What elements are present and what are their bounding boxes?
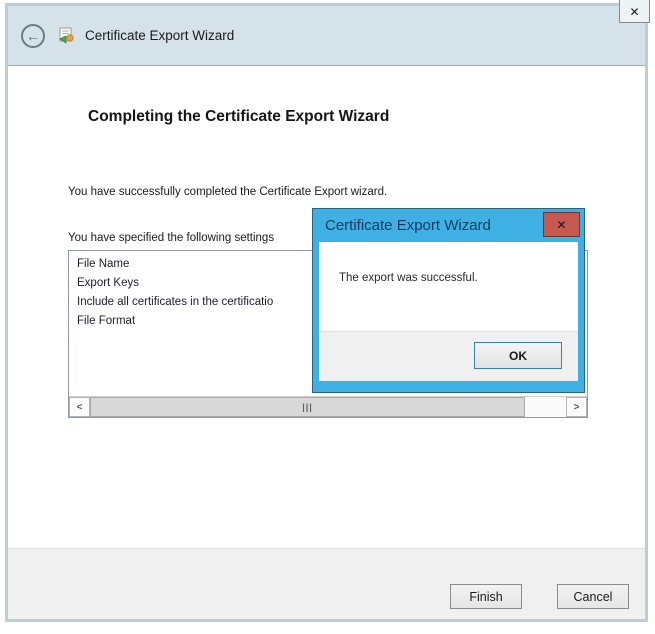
settings-label: You have specified the following setting… — [68, 232, 274, 244]
wizard-footer: Finish Cancel — [8, 548, 645, 619]
finish-button[interactable]: Finish — [450, 584, 522, 609]
page-title: Completing the Certificate Export Wizard — [88, 108, 389, 126]
screenshot-stage: ← Certificate Export Wizard ✕ Completing… — [0, 0, 655, 634]
horizontal-scrollbar[interactable]: < ||| > — [69, 396, 587, 417]
scroll-left-button[interactable]: < — [69, 397, 90, 417]
dialog-footer: OK — [319, 331, 578, 381]
back-arrow-icon: ← — [26, 29, 40, 43]
dialog-close-button[interactable]: ✕ — [543, 212, 580, 237]
dialog-titlebar[interactable]: Certificate Export Wizard ✕ — [313, 209, 584, 242]
certificate-export-icon — [58, 27, 75, 44]
close-icon: ✕ — [556, 218, 566, 232]
scroll-right-button[interactable]: > — [566, 397, 587, 417]
close-icon: ✕ — [629, 5, 639, 19]
dialog-title: Certificate Export Wizard — [325, 217, 543, 234]
chevron-right-icon: > — [574, 402, 580, 413]
dialog-message: The export was successful. — [339, 272, 478, 284]
dialog-body: The export was successful. — [319, 242, 578, 331]
certificate-export-wizard-window: ← Certificate Export Wizard ✕ Completing… — [5, 3, 648, 622]
grip-icon: ||| — [302, 402, 313, 412]
window-close-button[interactable]: ✕ — [619, 0, 650, 23]
ok-button[interactable]: OK — [474, 342, 562, 369]
scrollbar-thumb[interactable]: ||| — [90, 397, 525, 417]
back-button[interactable]: ← — [21, 24, 45, 48]
export-success-dialog: Certificate Export Wizard ✕ The export w… — [312, 208, 585, 393]
wizard-header: ← Certificate Export Wizard — [8, 6, 645, 66]
intro-text: You have successfully completed the Cert… — [68, 186, 387, 198]
scrollbar-track[interactable] — [525, 397, 566, 417]
cancel-button[interactable]: Cancel — [557, 584, 629, 609]
window-title: Certificate Export Wizard — [85, 28, 234, 43]
chevron-left-icon: < — [77, 402, 83, 413]
